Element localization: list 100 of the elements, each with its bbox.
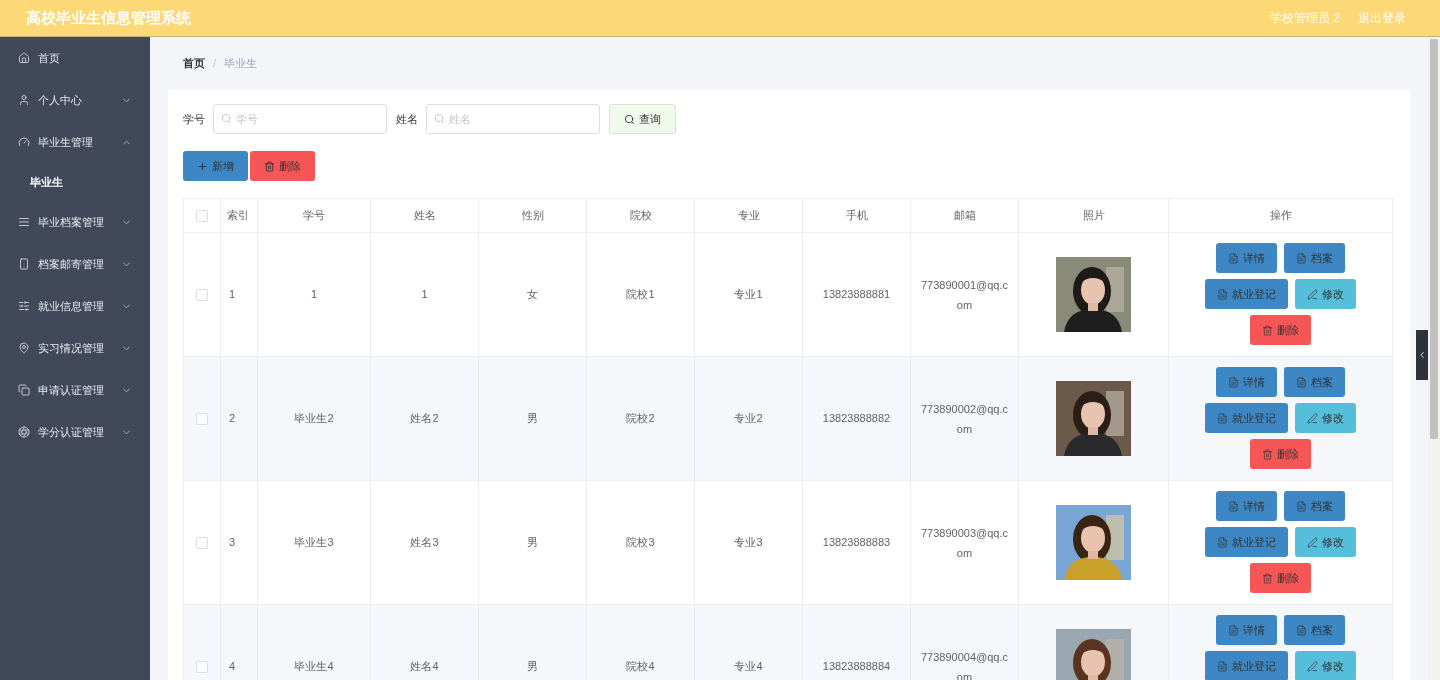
sidebar-item[interactable]: 就业信息管理 [0, 285, 150, 327]
sidebar-item[interactable]: 毕业生管理 [0, 121, 150, 163]
sidebar-subitem[interactable]: 毕业生 [0, 163, 150, 201]
table-cell: 专业1 [694, 232, 803, 357]
checkbox[interactable] [196, 288, 208, 301]
home-icon [18, 52, 30, 64]
trash-icon [1262, 572, 1273, 584]
document-icon [1217, 288, 1228, 300]
action-button[interactable]: 修改 [1295, 403, 1356, 433]
table-cell: 院校2 [586, 356, 695, 481]
scrollbar-thumb[interactable] [1430, 39, 1438, 439]
collapse-tab[interactable] [1416, 330, 1428, 380]
table-cell: 13823888883 [802, 480, 911, 605]
table-cell: 13823888881 [802, 232, 911, 357]
column-header: 性别 [478, 198, 587, 233]
action-button[interactable]: 详情 [1216, 367, 1277, 397]
sidebar-item[interactable]: 申请认证管理 [0, 369, 150, 411]
sidebar-item[interactable]: 首页 [0, 37, 150, 79]
column-header: 邮箱 [910, 198, 1019, 233]
search-icon [221, 113, 232, 124]
table-cell: 773890002@qq.com [910, 356, 1019, 481]
checkbox[interactable] [196, 660, 208, 673]
document-icon [1296, 624, 1307, 636]
table-cell: 男 [478, 480, 587, 605]
checkbox[interactable] [196, 536, 208, 549]
column-header: 学号 [257, 198, 371, 233]
action-button[interactable]: 档案 [1284, 367, 1345, 397]
user-name: 学校管理员 2 [1270, 10, 1340, 27]
gauge-icon [18, 136, 30, 148]
chevron-left-icon [1417, 350, 1427, 360]
breadcrumb-link[interactable]: 毕业生 [224, 55, 258, 72]
search-icon [434, 113, 445, 124]
table-cell: 院校3 [586, 480, 695, 605]
document-icon [1296, 500, 1307, 512]
column-header: 专业 [694, 198, 803, 233]
action-button[interactable]: 就业登记 [1205, 279, 1288, 309]
aperture-icon [18, 426, 30, 438]
table-cell: 1 [220, 232, 258, 357]
pencil-icon [1307, 288, 1318, 300]
action-button[interactable]: 档案 [1284, 615, 1345, 645]
field-label: 姓名 [396, 111, 418, 127]
action-button[interactable]: 就业登记 [1205, 403, 1288, 433]
document-icon [1217, 536, 1228, 548]
app-title: 高校毕业生信息管理系统 [26, 7, 191, 28]
table-cell: 专业2 [694, 356, 803, 481]
action-button[interactable]: 修改 [1295, 527, 1356, 557]
sidebar-item[interactable]: 实习情况管理 [0, 327, 150, 369]
search-icon [624, 113, 635, 125]
delete-button[interactable]: 删除 [250, 151, 315, 181]
column-header: 姓名 [370, 198, 479, 233]
action-button[interactable]: 就业登记 [1205, 527, 1288, 557]
trash-icon [264, 160, 275, 172]
search-field[interactable]: 姓名 [426, 104, 600, 134]
action-button[interactable]: 删除 [1250, 563, 1311, 593]
action-button[interactable]: 删除 [1250, 315, 1311, 345]
column-header: 院校 [586, 198, 695, 233]
sidebar-item[interactable]: 毕业档案管理 [0, 201, 150, 243]
phone-icon [18, 258, 30, 270]
pin-icon [18, 342, 30, 354]
action-button[interactable]: 修改 [1295, 279, 1356, 309]
action-button[interactable]: 详情 [1216, 615, 1277, 645]
action-button[interactable]: 删除 [1250, 439, 1311, 469]
column-header: 手机 [802, 198, 911, 233]
document-icon [1228, 624, 1239, 636]
action-button[interactable]: 详情 [1216, 243, 1277, 273]
scrollbar[interactable] [1428, 37, 1440, 680]
checkbox[interactable] [196, 412, 208, 425]
table-cell: 院校1 [586, 232, 695, 357]
user-icon [18, 94, 30, 106]
checkbox[interactable] [196, 209, 208, 222]
action-button[interactable]: 档案 [1284, 491, 1345, 521]
add-button[interactable]: 新增 [183, 151, 248, 181]
breadcrumb-separator: / [213, 56, 217, 72]
action-button[interactable]: 档案 [1284, 243, 1345, 273]
column-header: 操作 [1168, 198, 1393, 233]
pencil-icon [1307, 412, 1318, 424]
field-label: 学号 [183, 111, 205, 127]
table-cell: 姓名2 [370, 356, 479, 481]
document-icon [1296, 376, 1307, 388]
action-button[interactable]: 修改 [1295, 651, 1356, 680]
sidebar-item[interactable]: 个人中心 [0, 79, 150, 121]
pencil-icon [1307, 660, 1318, 672]
document-icon [1228, 376, 1239, 388]
trash-icon [1262, 324, 1273, 336]
table-cell: 1 [257, 232, 371, 357]
plus-icon [197, 160, 208, 172]
table-cell: 3 [220, 480, 258, 605]
breadcrumb-link[interactable]: 首页 [183, 55, 205, 72]
action-button[interactable]: 详情 [1216, 491, 1277, 521]
document-icon [1217, 412, 1228, 424]
sidebar-item[interactable]: 学分认证管理 [0, 411, 150, 453]
action-button[interactable]: 就业登记 [1205, 651, 1288, 680]
table-cell: 男 [478, 356, 587, 481]
document-icon [1296, 252, 1307, 264]
query-button[interactable]: 查询 [609, 104, 676, 134]
sidebar-item[interactable]: 档案邮寄管理 [0, 243, 150, 285]
list-icon [18, 216, 30, 228]
table-cell: 2 [220, 356, 258, 481]
copy-icon [18, 384, 30, 396]
table-cell: 13823888882 [802, 356, 911, 481]
